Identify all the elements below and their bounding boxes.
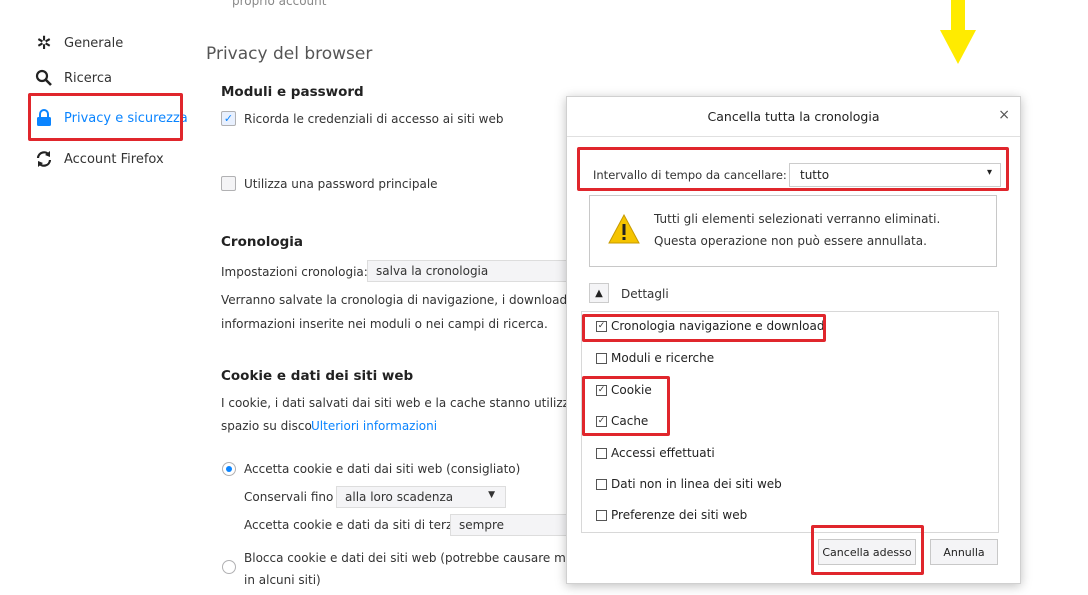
sidebar: ✲ Generale Ricerca Privacy e sicurezza A… <box>0 0 196 595</box>
item-label: Dati non in linea dei siti web <box>611 477 782 491</box>
sync-icon <box>34 149 54 169</box>
checkbox-icon <box>596 478 607 490</box>
highlight-clear-now <box>811 525 924 575</box>
clear-history-dialog: Cancella tutta la cronologia × Intervall… <box>566 96 1021 584</box>
cut-text: proprio account <box>232 0 327 8</box>
gear-icon: ✲ <box>36 32 52 54</box>
more-info-link[interactable]: Ulteriori informazioni <box>311 419 437 433</box>
highlight-browsing-history <box>582 314 826 342</box>
highlight-privacy <box>28 93 183 141</box>
item-offline-data[interactable]: Dati non in linea dei siti web <box>596 477 782 491</box>
logins-heading: Moduli e password <box>221 84 364 100</box>
checkbox-icon <box>596 447 607 459</box>
main-content: proprio account Privacy del browser Modu… <box>206 0 610 595</box>
remember-logins-checkbox[interactable]: ✓ <box>221 111 236 126</box>
warning-icon <box>608 214 640 244</box>
history-desc-line2: informazioni inserite nei moduli o nei c… <box>221 317 548 331</box>
block-cookies-label-line2: in alcuni siti) <box>244 573 321 587</box>
details-toggle-button[interactable]: ▲ <box>589 283 609 303</box>
history-desc-line1: Verranno salvate la cronologia di naviga… <box>221 293 586 307</box>
close-icon[interactable]: × <box>998 107 1010 123</box>
third-party-select[interactable]: sempre <box>450 514 570 536</box>
master-password-label: Utilizza una password principale <box>244 177 438 191</box>
checkbox-icon <box>596 509 607 521</box>
sidebar-item-label: Account Firefox <box>64 151 164 167</box>
keep-until-value: alla loro scadenza <box>345 490 454 504</box>
search-icon <box>34 68 54 88</box>
history-settings-label: Impostazioni cronologia: <box>221 265 368 279</box>
dropdown-caret-icon: ▾ <box>986 167 992 178</box>
cookies-heading: Cookie e dati dei siti web <box>221 368 414 384</box>
item-label: Accessi effettuati <box>611 446 715 460</box>
block-cookies-label-line1: Blocca cookie e dati dei siti web (potre… <box>244 551 596 565</box>
warning-line2: Questa operazione non può essere annulla… <box>654 234 927 248</box>
master-password-checkbox[interactable] <box>221 176 236 191</box>
keep-until-select[interactable]: alla loro scadenza ▼ <box>336 486 506 508</box>
sidebar-item-general[interactable]: ✲ Generale <box>34 32 124 54</box>
chevron-up-icon: ▲ <box>595 287 603 299</box>
warning-line1: Tutti gli elementi selezionati verranno … <box>654 212 941 226</box>
sidebar-item-account[interactable]: Account Firefox <box>34 149 164 169</box>
history-settings-select[interactable]: salva la cronologia <box>367 260 567 282</box>
accept-cookies-label: Accetta cookie e dati dai siti web (cons… <box>244 462 521 476</box>
time-range-select[interactable]: tutto ▾ <box>789 163 1001 187</box>
arrow-down-icon <box>940 0 976 64</box>
sidebar-item-label: Generale <box>64 35 124 51</box>
dialog-title: Cancella tutta la cronologia <box>567 97 1020 137</box>
keep-until-label: Conservali fino <box>244 490 334 504</box>
time-range-value: tutto <box>800 168 830 182</box>
cookies-desc-line1: I cookie, i dati salvati dai siti web e … <box>221 396 599 410</box>
checkbox-icon <box>596 352 607 364</box>
sidebar-item-label: Ricerca <box>64 70 112 86</box>
cancel-button[interactable]: Annulla <box>930 539 998 565</box>
chevron-down-icon: ▼ <box>488 490 495 500</box>
remember-logins-label: Ricorda le credenziali di accesso ai sit… <box>244 112 504 126</box>
item-forms-search[interactable]: Moduli e ricerche <box>596 351 714 365</box>
item-active-logins[interactable]: Accessi effettuati <box>596 446 715 460</box>
accept-cookies-radio[interactable] <box>222 462 236 476</box>
section-title: Privacy del browser <box>206 44 373 64</box>
item-site-preferences[interactable]: Preferenze dei siti web <box>596 508 747 522</box>
time-range-label: Intervallo di tempo da cancellare: <box>593 168 787 182</box>
block-cookies-radio[interactable] <box>222 560 236 574</box>
highlight-cookies-cache <box>582 376 670 436</box>
item-label: Preferenze dei siti web <box>611 508 748 522</box>
warning-box: Tutti gli elementi selezionati verranno … <box>589 195 997 267</box>
history-heading: Cronologia <box>221 234 304 250</box>
sidebar-item-search[interactable]: Ricerca <box>34 68 112 88</box>
details-label: Dettagli <box>621 287 669 301</box>
item-label: Moduli e ricerche <box>611 351 715 365</box>
cookies-desc-line2: spazio su disco <box>221 419 312 433</box>
